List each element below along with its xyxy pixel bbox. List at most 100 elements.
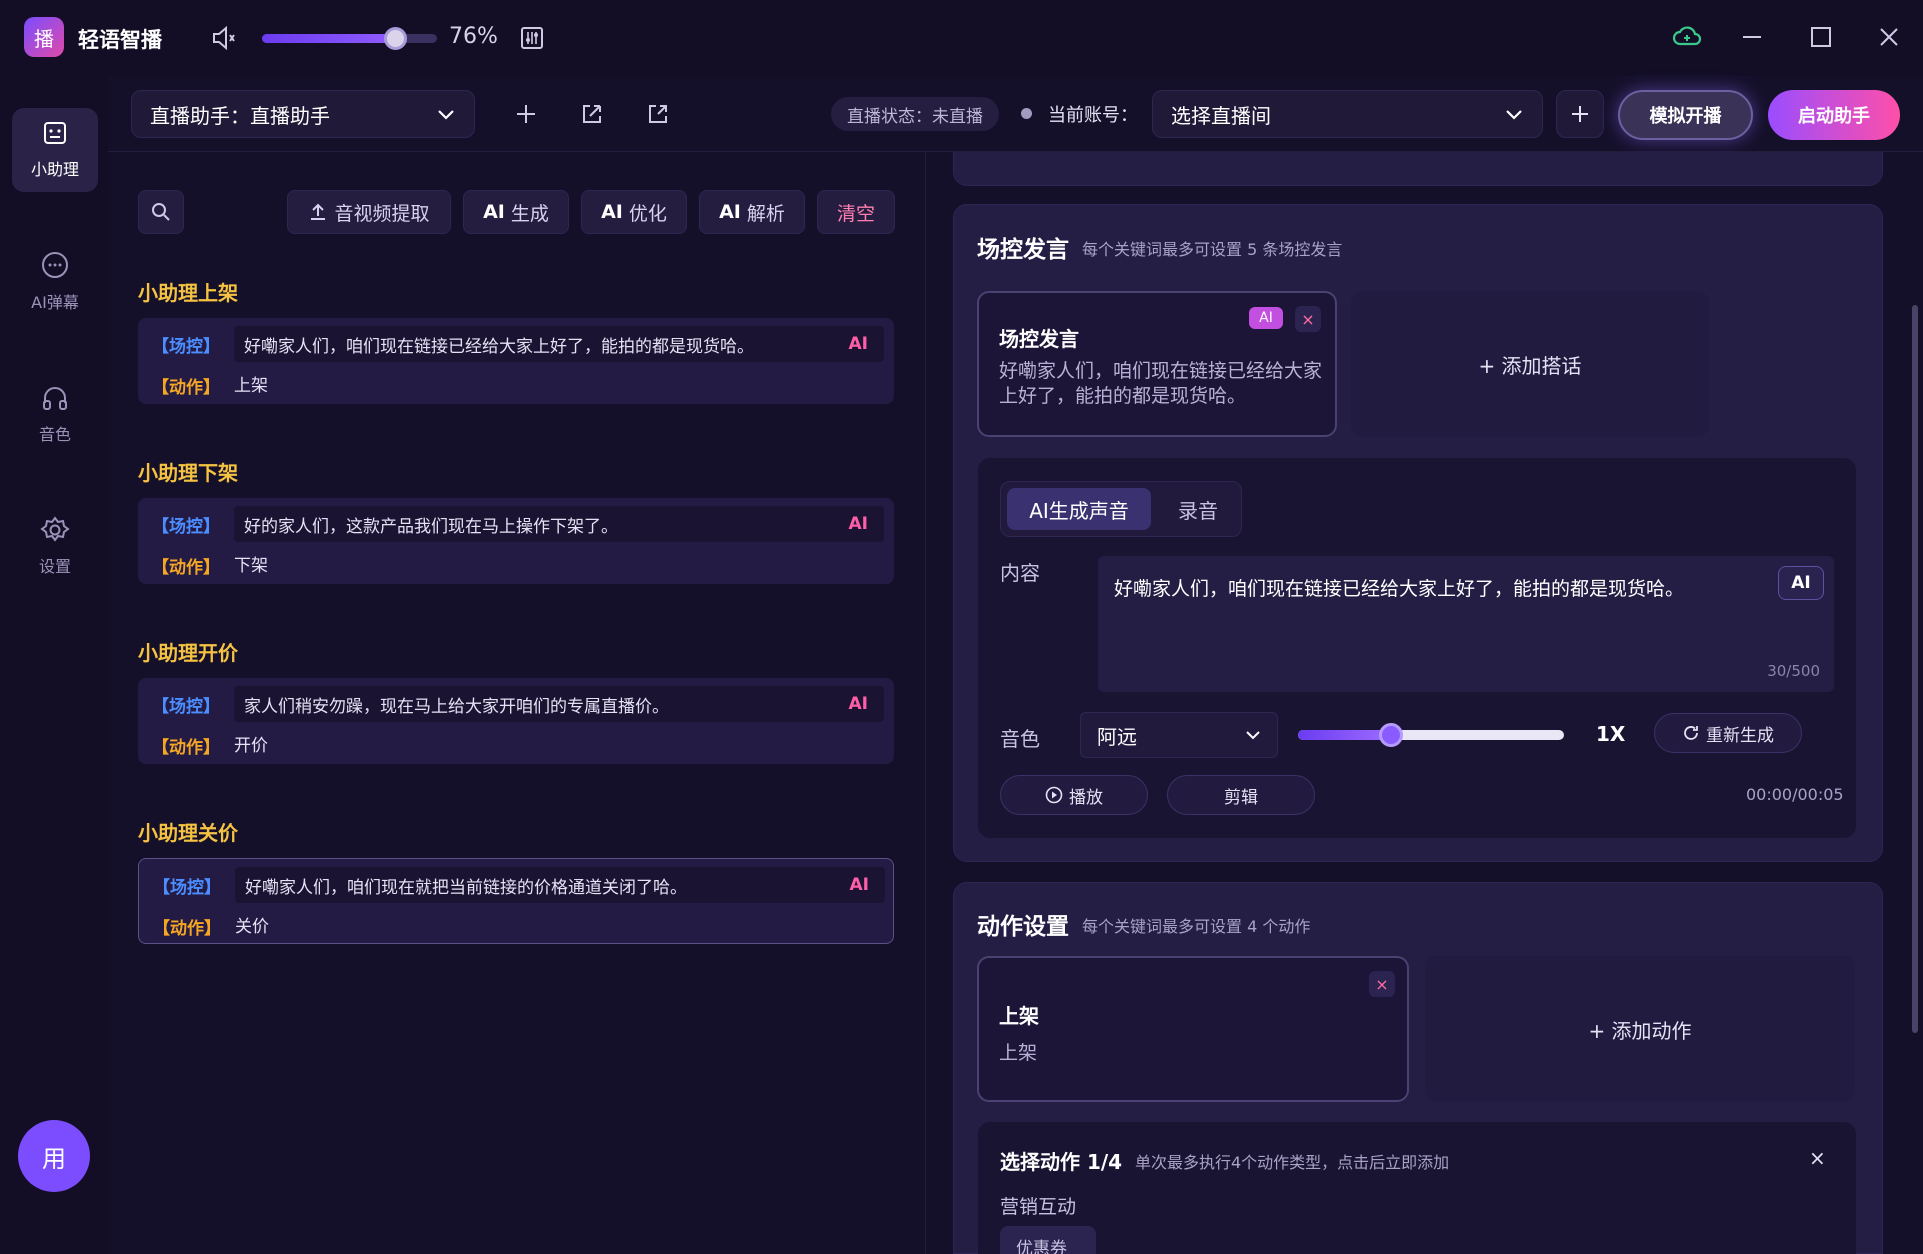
assistant-select[interactable]: 直播助手：直播助手 [131, 90, 475, 138]
keyword-card[interactable]: 【场控】 好的家人们，这款产品我们现在马上操作下架了。 AI 【动作】 下架 [138, 498, 894, 584]
search-icon [152, 203, 170, 221]
nav-label: 小助理 [30, 160, 79, 179]
add-account-button[interactable] [1556, 90, 1604, 138]
export-icon[interactable] [644, 100, 672, 128]
content-textarea[interactable]: 好嘞家人们，咱们现在链接已经给大家上好了，能拍的都是现货哈。 AI 30/500 [1098, 556, 1834, 692]
extract-media-button[interactable]: 音视频提取 [287, 190, 451, 234]
account-select[interactable]: 选择直播间 [1152, 90, 1543, 138]
action-tag: 【动作】 [152, 378, 220, 398]
tab-ai-voice[interactable]: AI生成声音 [1007, 488, 1151, 530]
previous-section-tail [953, 152, 1883, 186]
button-label: 播放 [1069, 787, 1103, 808]
play-button[interactable]: 播放 [1000, 775, 1148, 815]
speed-value: 1X [1596, 722, 1626, 746]
speech-text[interactable]: 好嘞家人们，咱们现在就把当前链接的价格通道关闭了哈。 AI [235, 867, 885, 903]
headphones-icon [43, 387, 67, 410]
speech-card-title: 场控发言 [999, 327, 1079, 351]
nav-item-voice[interactable]: 音色 [12, 372, 98, 456]
ai-prefix: AI [483, 201, 505, 223]
cloud-sync-icon[interactable] [1672, 22, 1702, 52]
nav-item-settings[interactable]: 设置 [12, 504, 98, 588]
close-picker-icon[interactable]: × [1809, 1146, 1826, 1170]
tab-record[interactable]: 录音 [1159, 488, 1237, 530]
action-settings-title: 动作设置 [977, 914, 1069, 940]
user-avatar[interactable]: 用 [18, 1120, 90, 1192]
maximize-icon[interactable] [1806, 22, 1836, 52]
ai-prefix: AI [601, 201, 623, 223]
speed-knob[interactable] [1379, 723, 1404, 747]
keyword-card-selected[interactable]: 【场控】 好嘞家人们，咱们现在就把当前链接的价格通道关闭了哈。 AI 【动作】 关… [138, 858, 894, 944]
action-picker-hint: 单次最多执行4个动作类型，点击后立即添加 [1135, 1153, 1450, 1172]
remove-speech-icon[interactable]: × [1295, 306, 1321, 332]
voice-source-tabs: AI生成声音 录音 [1000, 481, 1242, 537]
nav-item-ai-danmaku[interactable]: AI弹幕 [12, 240, 98, 324]
play-icon [1045, 786, 1063, 804]
keyword-card[interactable]: 【场控】 好嘞家人们，咱们现在链接已经给大家上好了，能拍的都是现货哈。 AI 【动… [138, 318, 894, 404]
ai-rewrite-button[interactable]: AI [850, 875, 869, 895]
speech-text[interactable]: 好嘞家人们，咱们现在链接已经给大家上好了，能拍的都是现货哈。 AI [234, 326, 884, 362]
button-label: 优化 [628, 202, 667, 225]
scrollbar[interactable] [1912, 305, 1918, 1033]
content-text: 好嘞家人们，咱们现在链接已经给大家上好了，能拍的都是现货哈。 [1114, 578, 1685, 600]
button-label: 解析 [746, 202, 785, 225]
ai-generate-button[interactable]: AI 生成 [463, 190, 569, 234]
chip-label: 优惠券 [1016, 1239, 1067, 1254]
ai-parse-button[interactable]: AI 解析 [699, 190, 805, 234]
add-action-button[interactable]: + 添加动作 [1425, 956, 1855, 1102]
action-tag: 【动作】 [152, 738, 220, 758]
edit-audio-button[interactable]: 剪辑 [1167, 775, 1315, 815]
speed-slider[interactable] [1298, 723, 1564, 747]
speaker-icon[interactable] [210, 24, 238, 52]
speech-text[interactable]: 家人们稍安勿躁，现在马上给大家开咱们的专属直播价。 AI [234, 686, 884, 722]
volume-fill [262, 34, 395, 43]
ai-rewrite-button[interactable]: AI [849, 334, 868, 354]
action-tag: 【动作】 [152, 558, 220, 578]
assistant-select-value: 直播助手：直播助手 [150, 103, 330, 128]
button-label: 音视频提取 [334, 202, 430, 225]
voice-select[interactable]: 阿远 [1080, 712, 1278, 758]
voice-label: 音色 [1000, 727, 1040, 751]
keyword-group-title: 小助理关价 [138, 821, 238, 845]
account-select-value: 选择直播间 [1171, 103, 1271, 128]
keyword-card[interactable]: 【场控】 家人们稍安勿躁，现在马上给大家开咱们的专属直播价。 AI 【动作】 开价 [138, 678, 894, 764]
speech-value: 好的家人们，这款产品我们现在马上操作下架了。 [244, 516, 618, 537]
remove-action-icon[interactable]: × [1369, 971, 1395, 997]
coupon-chip[interactable]: 优惠券 [1000, 1226, 1096, 1254]
speech-card[interactable]: 场控发言 AI × 好嘞家人们，咱们现在链接已经给大家上好了，能拍的都是现货哈。 [977, 291, 1337, 437]
action-picker [978, 1122, 1856, 1254]
ai-rewrite-button[interactable]: AI [849, 694, 868, 714]
clear-button[interactable]: 清空 [817, 190, 895, 234]
action-value: 关价 [235, 917, 269, 937]
app-title: 轻语智播 [78, 28, 162, 52]
action-card-title: 上架 [999, 1004, 1039, 1028]
button-label: 重新生成 [1706, 725, 1774, 746]
nav-item-assistant[interactable]: 小助理 [12, 108, 98, 192]
add-icon[interactable] [512, 100, 540, 128]
add-reply-button[interactable]: + 添加搭话 [1351, 291, 1709, 437]
voice-select-value: 阿远 [1097, 724, 1137, 749]
speech-value: 家人们稍安勿躁，现在马上给大家开咱们的专属直播价。 [244, 696, 669, 717]
refresh-icon [1684, 726, 1698, 740]
ai-rewrite-button[interactable]: AI [849, 514, 868, 534]
import-icon[interactable] [578, 100, 606, 128]
ai-rewrite-button[interactable]: AI [1778, 566, 1824, 600]
ai-prefix: AI [719, 201, 741, 223]
speech-text[interactable]: 好的家人们，这款产品我们现在马上操作下架了。 AI [234, 506, 884, 542]
start-assistant-button[interactable]: 启动助手 [1768, 90, 1900, 140]
minimize-icon[interactable] [1737, 22, 1767, 52]
simulate-live-button[interactable]: 模拟开播 [1618, 90, 1753, 140]
close-window-icon[interactable] [1874, 22, 1904, 52]
volume-slider[interactable] [262, 27, 437, 50]
search-button[interactable] [138, 190, 184, 234]
action-settings-subtitle: 每个关键词最多可设置 4 个动作 [1082, 917, 1311, 936]
control-tag: 【场控】 [152, 517, 220, 537]
action-card[interactable]: 上架 上架 × [977, 956, 1409, 1102]
control-tag: 【场控】 [152, 337, 220, 357]
regenerate-button[interactable]: 重新生成 [1654, 713, 1802, 753]
volume-knob[interactable] [384, 27, 407, 50]
ai-optimize-button[interactable]: AI 优化 [581, 190, 687, 234]
equalizer-icon[interactable] [520, 26, 544, 50]
action-tag: 【动作】 [153, 919, 221, 939]
control-tag: 【场控】 [152, 697, 220, 717]
upload-icon [311, 203, 326, 220]
